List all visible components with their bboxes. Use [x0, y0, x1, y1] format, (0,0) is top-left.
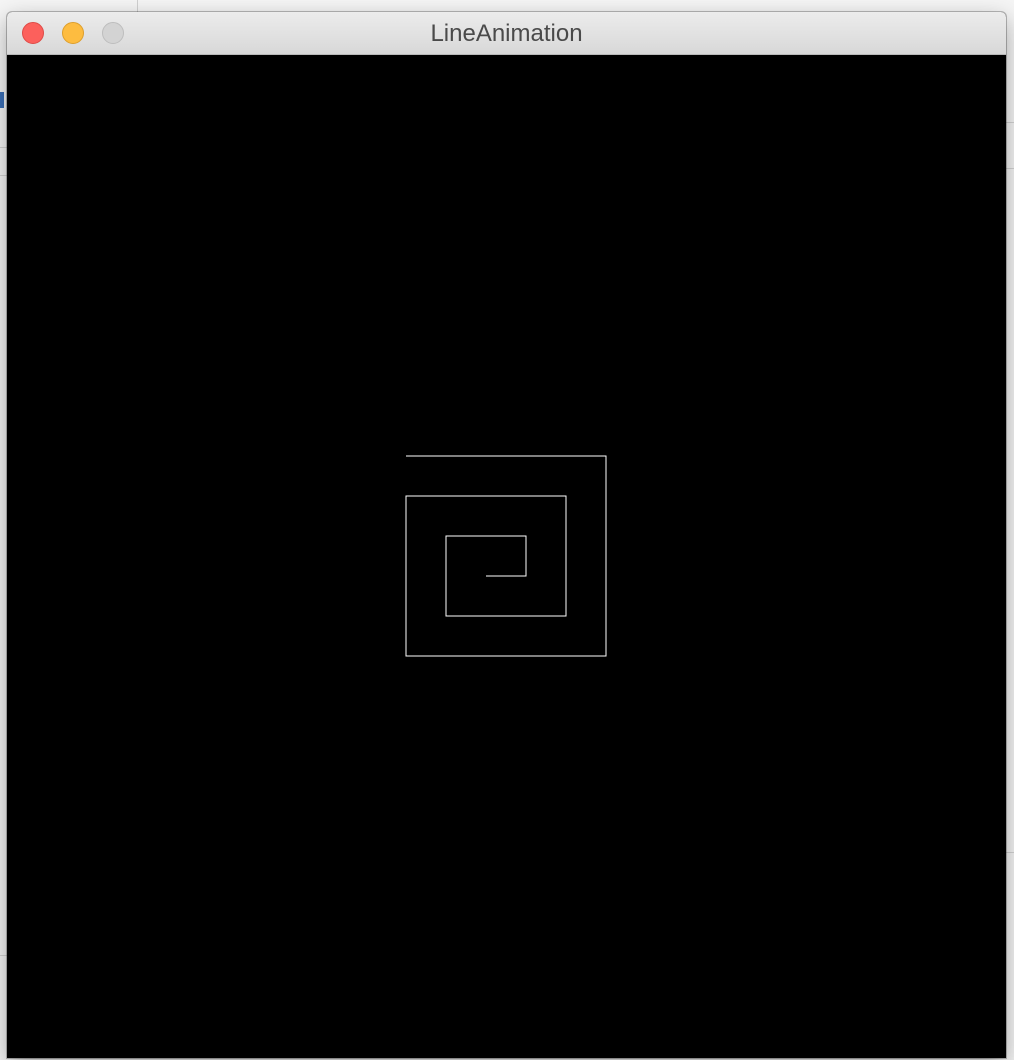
drawing-canvas[interactable]	[7, 55, 1006, 1058]
window-title: LineAnimation	[430, 20, 583, 47]
spiral-drawing	[405, 455, 607, 657]
background-selection-marker	[0, 92, 4, 108]
background-divider	[137, 0, 138, 12]
window-titlebar[interactable]: LineAnimation	[7, 12, 1006, 55]
background-divider	[1006, 122, 1014, 123]
square-spiral-line	[405, 455, 607, 657]
background-divider	[1006, 852, 1014, 853]
line-animation-window[interactable]: LineAnimation	[7, 12, 1006, 1058]
background-divider	[1006, 168, 1014, 169]
